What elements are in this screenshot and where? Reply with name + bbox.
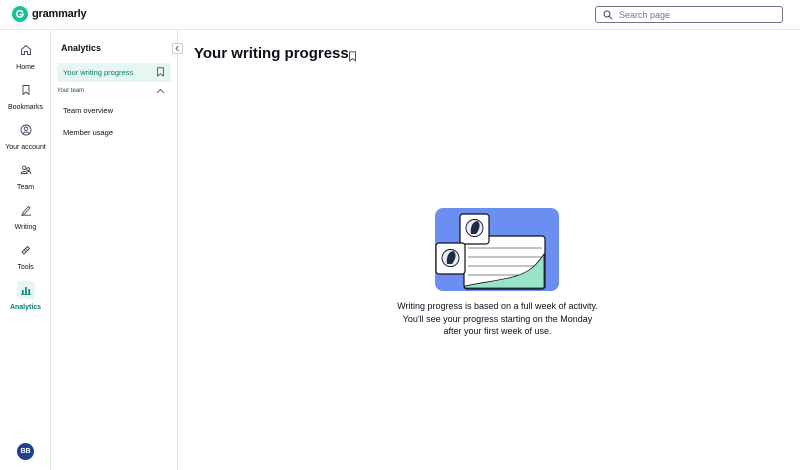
- rail-item-your-account[interactable]: Your account: [0, 119, 51, 155]
- icon-rail: Home Bookmarks Your account Team Writing…: [0, 30, 51, 470]
- sidebar-title: Analytics: [61, 43, 102, 53]
- bookmark-icon[interactable]: [156, 67, 165, 77]
- top-bar: grammarly: [0, 0, 800, 30]
- empty-state-message: Writing progress is based on a full week…: [397, 301, 598, 336]
- team-icon: [17, 161, 35, 179]
- rail-label: Analytics: [9, 304, 42, 311]
- chevron-left-icon: [175, 45, 179, 52]
- rail-label: Bookmarks: [7, 104, 43, 111]
- search-icon: [603, 10, 613, 19]
- sidebar-item-member-usage[interactable]: Member usage: [63, 128, 113, 137]
- rail-item-home[interactable]: Home: [0, 39, 51, 75]
- search-box[interactable]: [595, 6, 783, 23]
- rail-item-team[interactable]: Team: [0, 159, 51, 195]
- rail-label: Writing: [14, 224, 37, 231]
- search-input[interactable]: [619, 9, 769, 20]
- rail-label: Home: [16, 64, 35, 71]
- rail-label: Your account: [5, 144, 46, 151]
- rail-label: Tools: [17, 264, 34, 271]
- home-icon: [17, 41, 35, 59]
- rail-item-analytics[interactable]: Analytics: [0, 279, 51, 315]
- rail-item-bookmarks[interactable]: Bookmarks: [0, 79, 51, 115]
- rail-label: Team: [16, 184, 35, 191]
- collapse-sidebar-button[interactable]: [172, 43, 183, 54]
- avatar[interactable]: BB: [17, 443, 34, 460]
- page-title: Your writing progress: [194, 45, 349, 62]
- sidebar-item-team-overview[interactable]: Team overview: [63, 106, 113, 115]
- brand-name: grammarly: [32, 8, 87, 20]
- section-label-your-team: Your team: [57, 88, 85, 94]
- grammarly-g-icon: [12, 6, 28, 22]
- grammarly-logo[interactable]: grammarly: [12, 6, 87, 22]
- analytics-sidebar: Analytics Your writing progress Your tea…: [51, 30, 183, 470]
- tools-icon: [17, 241, 35, 259]
- chevron-up-icon[interactable]: [156, 88, 165, 94]
- writing-progress-illustration: [435, 208, 559, 291]
- sidebar-item-label: Your writing progress: [63, 68, 134, 77]
- bookmark-icon[interactable]: [348, 51, 357, 62]
- pen-icon: [17, 201, 35, 219]
- rail-item-writing[interactable]: Writing: [0, 199, 51, 235]
- bar-chart-icon: [16, 281, 35, 299]
- sidebar-item-your-writing-progress[interactable]: Your writing progress: [57, 63, 171, 82]
- rail-item-tools[interactable]: Tools: [0, 239, 51, 275]
- bookmark-icon: [17, 81, 35, 99]
- user-icon: [17, 121, 35, 139]
